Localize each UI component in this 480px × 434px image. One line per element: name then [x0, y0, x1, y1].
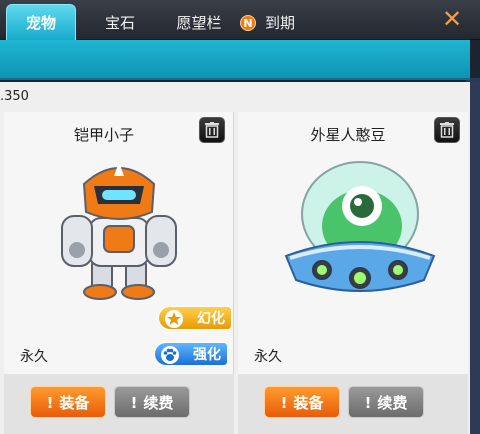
paw-icon: [161, 346, 179, 364]
tab-gems[interactable]: 宝石: [92, 6, 148, 40]
exclamation-icon: !: [280, 394, 288, 412]
scrollbar[interactable]: [470, 82, 480, 434]
exclamation-icon: !: [364, 394, 372, 412]
trash-icon[interactable]: [199, 117, 225, 143]
tab-wishlist[interactable]: 愿望栏: [166, 6, 232, 40]
exclamation-icon: !: [130, 394, 138, 412]
count-label: .350: [0, 89, 29, 104]
header-band: [0, 40, 470, 80]
pet-card: 外星人憨豆 永久 ! 装备 ! 续费: [238, 112, 468, 434]
pet-duration: 永久: [20, 349, 48, 365]
card-actions: ! 装备 ! 续费: [238, 374, 468, 434]
morph-badge[interactable]: 幻化: [158, 306, 232, 330]
pet-list: .350 铠甲小子 幻化 强化 永久 ! 装备 ! 续费 外星人憨豆 永久 ! …: [0, 82, 470, 434]
renew-button[interactable]: ! 续费: [348, 386, 424, 418]
renew-label: 续费: [377, 394, 408, 412]
renew-label: 续费: [143, 394, 174, 412]
pet-name: 外星人憨豆: [310, 126, 386, 144]
close-icon[interactable]: ✕: [440, 6, 464, 32]
ufo-pet-image: [284, 161, 436, 292]
card-actions: ! 装备 ! 续费: [4, 374, 234, 434]
enhance-badge[interactable]: 强化: [154, 342, 228, 366]
star-icon: [165, 310, 183, 328]
pet-name: 铠甲小子: [73, 126, 134, 144]
tab-expiring[interactable]: 到期: [238, 6, 300, 40]
robot-pet-image: [61, 162, 177, 300]
equip-label: 装备: [59, 394, 90, 412]
pet-duration: 永久: [254, 349, 282, 365]
pet-card: 铠甲小子 幻化 强化 永久 ! 装备 ! 续费: [4, 112, 234, 434]
tab-pets[interactable]: 宠物: [6, 4, 76, 42]
enhance-label: 强化: [193, 347, 221, 363]
tab-bar: 宠物 宝石 愿望栏 N 到期 ✕: [0, 0, 480, 42]
renew-button[interactable]: ! 续费: [114, 386, 190, 418]
equip-button[interactable]: ! 装备: [30, 386, 106, 418]
exclamation-icon: !: [46, 394, 54, 412]
morph-label: 幻化: [197, 311, 225, 327]
equip-label: 装备: [293, 394, 324, 412]
equip-button[interactable]: ! 装备: [264, 386, 340, 418]
trash-icon[interactable]: [434, 117, 460, 143]
